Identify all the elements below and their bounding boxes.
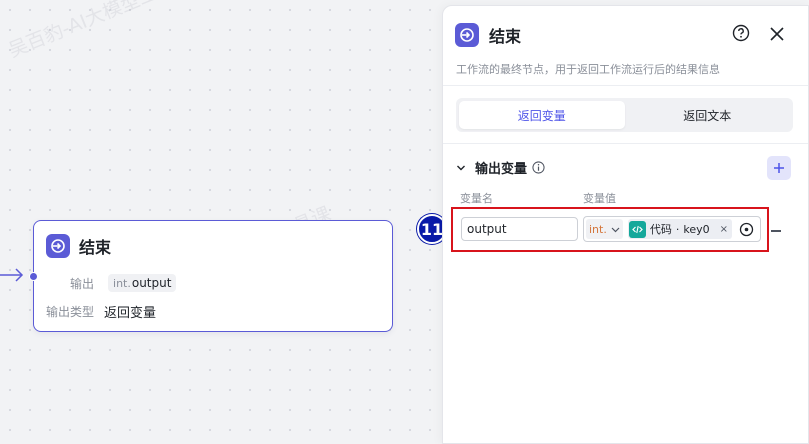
output-mode-tabs: 返回变量 返回文本: [456, 98, 793, 132]
output-variable-row: int. 代码 · key0 ×: [451, 207, 769, 252]
node-output-name: output: [131, 276, 172, 290]
column-label-name: 变量名: [460, 192, 493, 205]
select-reference-icon[interactable]: [739, 222, 754, 237]
node-output-chip: int. output: [108, 274, 177, 292]
node-output-kind-value: 返回变量: [104, 306, 157, 321]
chevron-down-icon: [611, 227, 620, 232]
column-label-value: 变量值: [583, 192, 616, 205]
plus-icon: [774, 163, 784, 173]
node-output-label: 输出: [70, 276, 95, 291]
end-node-icon: [46, 234, 70, 258]
end-node-icon: [455, 23, 479, 47]
info-icon[interactable]: [532, 161, 545, 174]
chevron-down-icon[interactable]: [456, 163, 466, 173]
divider: [443, 143, 808, 144]
close-icon[interactable]: [769, 26, 785, 42]
add-variable-button[interactable]: [767, 156, 791, 180]
panel-description: 工作流的最终节点，用于返回工作流运行后的结果信息: [456, 63, 720, 76]
node-output-type: int.: [113, 276, 131, 290]
watermark: 吴百豹-AI大模型工具课: [5, 0, 196, 62]
node-output-kind-label: 输出类型: [46, 305, 95, 319]
reference-separator: ·: [675, 222, 680, 236]
tab-return-variable[interactable]: 返回变量: [459, 101, 625, 129]
reference-source: 代码: [649, 223, 672, 236]
type-label: int.: [589, 222, 607, 236]
panel-title: 结束: [489, 27, 522, 46]
divider: [443, 85, 808, 86]
help-icon[interactable]: [732, 24, 750, 42]
end-node-card[interactable]: 结束 输出 int. output 输出类型 返回变量: [29, 220, 393, 332]
section-title: 输出变量: [475, 162, 528, 177]
variable-reference-tag[interactable]: 代码 · key0 ×: [627, 219, 732, 239]
end-node-settings-panel: 结束 工作流的最终节点，用于返回工作流运行后的结果信息 返回变量 返回文本 输出…: [442, 5, 809, 444]
node-input-handle[interactable]: [29, 272, 38, 281]
reference-key: key0: [683, 222, 710, 236]
variable-name-input[interactable]: [461, 217, 578, 241]
type-select[interactable]: int.: [586, 219, 623, 239]
tab-return-text[interactable]: 返回文本: [625, 101, 791, 129]
remove-reference-icon[interactable]: ×: [720, 224, 728, 235]
remove-variable-button[interactable]: [771, 230, 781, 232]
output-variables-header[interactable]: 输出变量: [456, 158, 545, 177]
node-title: 结束: [79, 238, 112, 257]
code-icon: [628, 220, 646, 238]
variable-value-field[interactable]: int. 代码 · key0 ×: [583, 216, 761, 242]
incoming-edge-arrow: [0, 268, 24, 282]
